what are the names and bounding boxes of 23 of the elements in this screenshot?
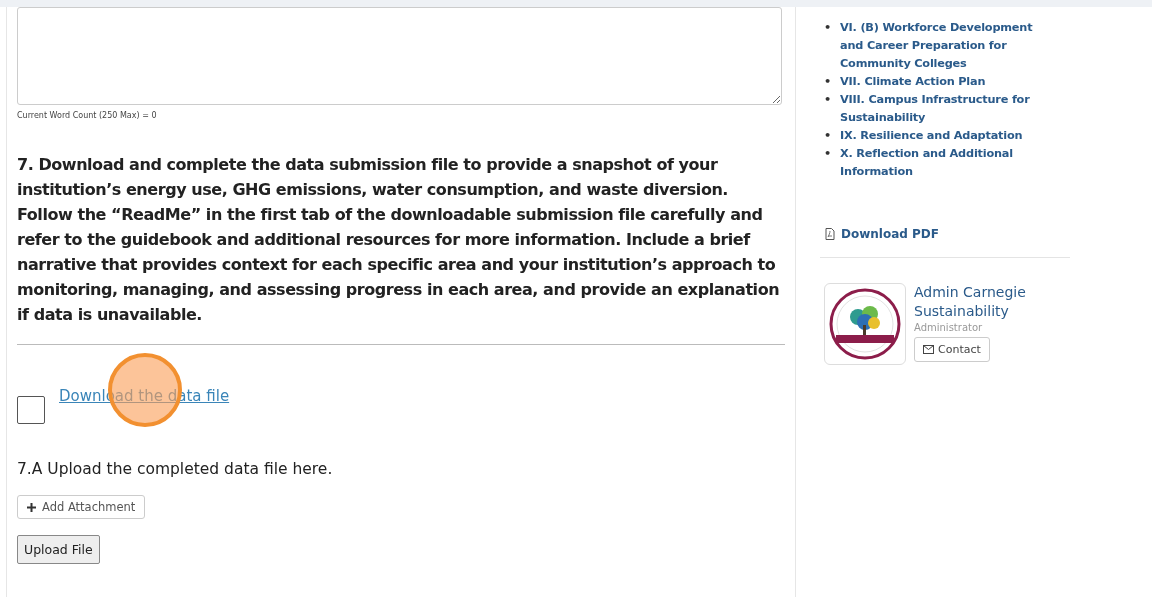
download-pdf-link[interactable]: Download PDF [825,227,1080,241]
word-count: Current Word Count (250 Max) = 0 [17,111,158,120]
question-text: 7. Download and complete the data submission file to provide a snapshot of your institution’s energy use, GHG emissions, water consumption, and waste diversion. Follow the “ReadMe” in the first tab of the downloadable submission file carefully and refer to the guidebook and additional resources for more information. Include a brief narrative that provides context for each specific area and your institution’s approach to monitoring, managing, and assessing progress in each area, and provide an explanation if data is unavailable. [17,154,781,326]
bullet: • [824,146,832,162]
section-link[interactable]: VIII. Campus Infrastructure for Sustainability [840,91,1054,127]
bullet: • [824,92,832,108]
bullet: • [824,74,832,90]
checkbox[interactable] [17,396,45,424]
envelope-icon [923,345,934,354]
pdf-file-icon [825,228,835,240]
contact-button[interactable]: Contact [914,337,990,362]
section-link[interactable]: VII. Climate Action Plan [840,73,986,91]
upload-label: 7.A Upload the completed data file here. [17,460,334,478]
plus-icon [27,502,36,512]
section-link[interactable]: X. Reflection and Additional Information [840,145,1054,181]
add-attachment-button[interactable]: Add Attachment [17,495,146,519]
bullet: • [824,128,832,144]
upload-file-button[interactable]: Upload File [17,535,100,564]
profile-name[interactable]: Admin Carnegie Sustainability [914,283,1044,321]
section-link[interactable]: VI. (B) Workforce Development and Career Preparation for Community Colleges [840,19,1054,73]
bullet: • [824,20,832,36]
profile-role: Administrator [914,322,984,333]
section-link[interactable]: IX. Resilience and Adaptation [840,127,1023,145]
